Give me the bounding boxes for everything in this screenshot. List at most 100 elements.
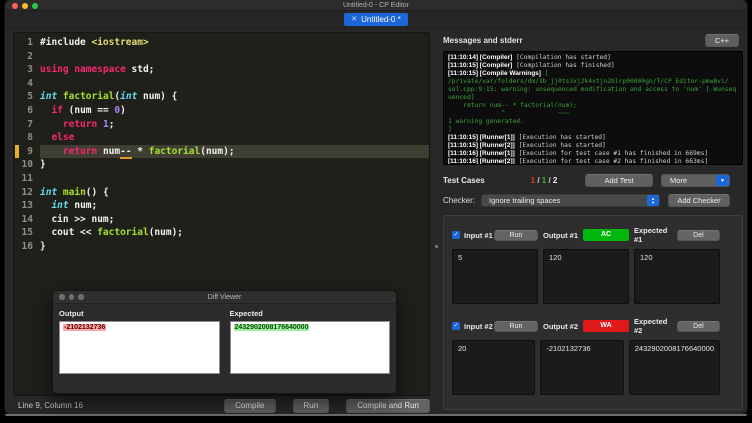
window-titlebar[interactable]: Untitled-0 - CP Editor — [5, 0, 747, 11]
code-text: } — [40, 159, 46, 171]
log-line: [11:10:15] [Runner[2]] [Execution has st… — [448, 142, 606, 149]
run-testcase-button[interactable]: Run — [494, 229, 538, 241]
count-total: 2 — [552, 176, 558, 185]
code-line[interactable]: 14 cin >> num; — [14, 213, 429, 227]
traffic-lights — [12, 3, 38, 9]
code-line[interactable]: 1 #include <iostream> — [14, 36, 429, 50]
testcases-title: Test Cases — [443, 176, 485, 185]
stepper-down-icon: ▼ — [651, 199, 655, 205]
output-box[interactable]: 120 — [543, 249, 629, 304]
line-number: 7 — [27, 118, 33, 130]
testcase-block: ✓ Input #2 Run Output #2 WA Expected #2 … — [452, 317, 720, 395]
diff-close-window-icon[interactable] — [59, 294, 65, 300]
chevron-down-icon[interactable]: ▼ — [716, 175, 729, 186]
select-stepper-icon[interactable]: ▲ ▼ — [647, 195, 659, 206]
delete-testcase-button[interactable]: Del — [676, 229, 720, 241]
line-number: 3 — [27, 64, 33, 76]
code-line[interactable]: 4 — [14, 77, 429, 91]
diff-viewer-title: Diff Viewer — [207, 293, 242, 301]
line-number: 4 — [27, 77, 33, 89]
tab-untitled-0[interactable]: ✕ Untitled-0 * — [344, 13, 408, 26]
input-box[interactable]: 5 — [452, 249, 538, 304]
testcase-checkbox[interactable]: ✓ — [452, 231, 460, 239]
expected-box[interactable]: 2432902008176640000 — [628, 340, 720, 395]
compile-button[interactable]: Compile — [224, 398, 276, 413]
more-dropdown-label: More — [670, 176, 688, 185]
testcase-block: ✓ Input #1 Run Output #1 AC Expected #1 … — [452, 226, 720, 304]
add-checker-button[interactable]: Add Checker — [668, 194, 730, 207]
checker-row: Checker: Ignore trailing spaces ▲ ▼ Add … — [443, 193, 743, 208]
diff-viewer-titlebar[interactable]: Diff Viewer — [53, 291, 396, 304]
code-line[interactable]: 9 return num-- * factorial(num); — [14, 144, 429, 159]
delete-testcase-button[interactable]: Del — [676, 320, 720, 332]
code-line[interactable]: 3 using namespace std; — [14, 63, 429, 77]
run-button[interactable]: Run — [292, 398, 330, 413]
right-panel: Messages and stderr C++ [11:10:14] [Comp… — [443, 32, 743, 412]
tab-label: Untitled-0 * — [361, 15, 401, 24]
log-line: [11:10:16] [Runner[2]] [Execution for te… — [448, 158, 709, 165]
console-log[interactable]: [11:10:14] [Compiler] [Compilation has s… — [443, 51, 743, 165]
minimize-window-icon[interactable] — [22, 3, 28, 9]
code-lines: 1 #include <iostream> 2 3 using namespace st… — [14, 36, 429, 254]
log-line: sol.cpp:9:15: warning: unsequenced modif… — [448, 86, 737, 101]
more-dropdown[interactable]: More ▼ — [661, 174, 730, 187]
compile-and-run-button[interactable]: Compile and Run — [346, 398, 430, 413]
diff-expected-box[interactable]: 2432902008176640000 — [229, 321, 390, 374]
messages-header: Messages and stderr C++ — [443, 32, 743, 49]
diff-output-column: Output -2102132736 — [59, 307, 220, 374]
code-text: int factorial(int num) { — [40, 91, 178, 103]
add-test-button[interactable]: Add Test — [585, 174, 653, 187]
code-line[interactable]: 12 int main() { — [14, 186, 429, 200]
code-line[interactable]: 13 int num; — [14, 199, 429, 213]
checker-select[interactable]: Ignore trailing spaces ▲ ▼ — [481, 194, 660, 207]
diff-traffic-lights — [59, 294, 84, 300]
code-text: using namespace std; — [40, 64, 155, 76]
diff-minimize-window-icon[interactable] — [68, 294, 74, 300]
testcase-checkbox[interactable]: ✓ — [452, 322, 460, 330]
line-number: 11 — [21, 172, 33, 184]
diff-viewer-window[interactable]: Diff Viewer Output -2102132736 Expected … — [52, 290, 397, 394]
window-bottom-edge — [5, 414, 747, 416]
code-line[interactable]: 7 return 1; — [14, 118, 429, 132]
testcase-header: ✓ Input #2 Run Output #2 WA Expected #2 … — [452, 317, 720, 335]
code-text: int num; — [51, 200, 98, 212]
expected-label: Expected #2 — [634, 317, 668, 335]
code-line[interactable]: 6 if (num == 0) — [14, 104, 429, 118]
code-line[interactable]: 2 — [14, 50, 429, 64]
line-number: 8 — [27, 132, 33, 144]
diff-zoom-window-icon[interactable] — [78, 294, 84, 300]
diff-expected-label: Expected — [229, 309, 263, 318]
code-text: else — [51, 132, 75, 144]
line-number: 16 — [21, 240, 33, 252]
zoom-window-icon[interactable] — [32, 3, 38, 9]
log-line: return num-- * factorial(num); — [448, 102, 577, 109]
log-line: [11:10:15] [Compiler] [Compilation has f… — [448, 62, 615, 69]
input-header-cell: ✓ Input #1 Run — [452, 226, 538, 244]
diff-viewer-body: Output -2102132736 Expected 243290200817… — [53, 304, 396, 374]
diff-output-box[interactable]: -2102132736 — [59, 321, 220, 374]
splitter-handle[interactable] — [430, 32, 443, 412]
log-line: 1 warning generated. — [448, 118, 524, 125]
testcase-list: ✓ Input #1 Run Output #1 AC Expected #1 … — [443, 215, 743, 410]
code-line[interactable]: 5 int factorial(int num) { — [14, 90, 429, 104]
input-label: Input #1 — [464, 230, 493, 240]
input-box[interactable]: 20 — [452, 340, 536, 395]
close-window-icon[interactable] — [12, 3, 18, 9]
output-header-cell: Output #2 WA — [543, 317, 629, 335]
code-line[interactable]: 16} — [14, 240, 429, 254]
code-line[interactable]: 11 — [14, 172, 429, 186]
language-button[interactable]: C++ — [704, 34, 739, 47]
code-text: } — [40, 240, 46, 252]
editor-statusbar: Line 9, Column 16 Compile Run Compile an… — [13, 396, 430, 413]
run-testcase-button[interactable]: Run — [494, 320, 538, 332]
code-line[interactable]: 10} — [14, 158, 429, 172]
expected-box[interactable]: 120 — [634, 249, 720, 304]
output-box[interactable]: -2102132736 — [540, 340, 624, 395]
code-line[interactable]: 15 cout << factorial(num); — [14, 226, 429, 240]
tab-bar: ✕ Untitled-0 * — [5, 11, 747, 29]
input-label: Input #2 — [464, 321, 493, 331]
code-line[interactable]: 8 else — [14, 131, 429, 145]
tab-close-icon[interactable]: ✕ — [351, 13, 357, 26]
